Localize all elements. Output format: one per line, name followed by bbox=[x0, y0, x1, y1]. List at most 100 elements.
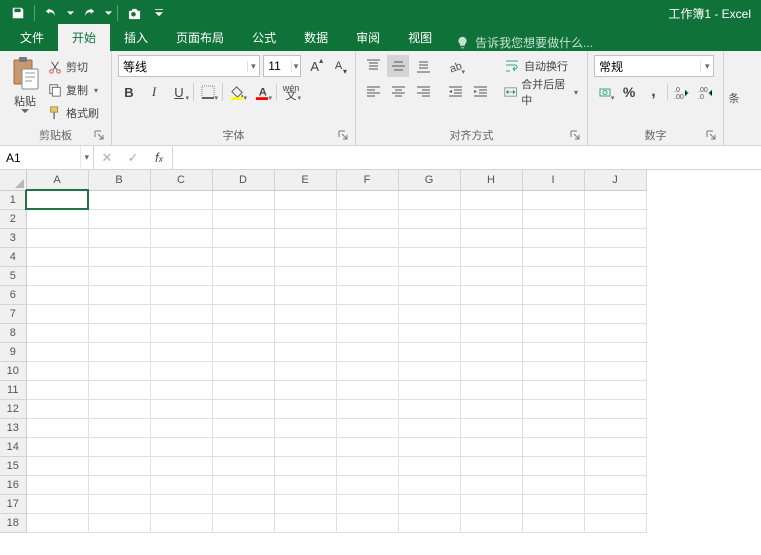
cell-G6[interactable] bbox=[398, 285, 460, 304]
qat-customize-icon[interactable] bbox=[154, 9, 164, 17]
cell-C11[interactable] bbox=[150, 380, 212, 399]
cell-G7[interactable] bbox=[398, 304, 460, 323]
enter-formula-button[interactable]: ✓ bbox=[120, 150, 146, 166]
cell-C1[interactable] bbox=[150, 190, 212, 209]
cell-G18[interactable] bbox=[398, 513, 460, 532]
cell-F7[interactable] bbox=[336, 304, 398, 323]
align-left-button[interactable] bbox=[362, 81, 384, 103]
cell-F17[interactable] bbox=[336, 494, 398, 513]
cell-C7[interactable] bbox=[150, 304, 212, 323]
cell-J11[interactable] bbox=[584, 380, 646, 399]
cell-H4[interactable] bbox=[460, 247, 522, 266]
bold-button[interactable]: B bbox=[118, 81, 140, 103]
cell-I14[interactable] bbox=[522, 437, 584, 456]
chevron-down-icon[interactable]: ▾ bbox=[291, 61, 301, 72]
cell-H16[interactable] bbox=[460, 475, 522, 494]
tab-formulas[interactable]: 公式 bbox=[238, 24, 290, 51]
undo-dropdown-icon[interactable] bbox=[65, 10, 75, 17]
formula-input[interactable] bbox=[173, 146, 761, 169]
cell-J10[interactable] bbox=[584, 361, 646, 380]
cell-B15[interactable] bbox=[88, 456, 150, 475]
row-header[interactable]: 16 bbox=[0, 475, 26, 494]
cell-D9[interactable] bbox=[212, 342, 274, 361]
column-header[interactable]: A bbox=[26, 170, 88, 190]
cell-F2[interactable] bbox=[336, 209, 398, 228]
cell-B1[interactable] bbox=[88, 190, 150, 209]
copy-button[interactable]: 复制 ▾ bbox=[48, 80, 99, 100]
row-header[interactable]: 10 bbox=[0, 361, 26, 380]
cell-J13[interactable] bbox=[584, 418, 646, 437]
paste-dropdown-icon[interactable] bbox=[6, 109, 44, 119]
cell-C4[interactable] bbox=[150, 247, 212, 266]
cell-E13[interactable] bbox=[274, 418, 336, 437]
merge-center-button[interactable]: 合并后居中 ▾ bbox=[501, 81, 581, 103]
cell-B7[interactable] bbox=[88, 304, 150, 323]
redo-icon[interactable] bbox=[77, 2, 101, 24]
cell-C15[interactable] bbox=[150, 456, 212, 475]
cell-B3[interactable] bbox=[88, 228, 150, 247]
cell-H11[interactable] bbox=[460, 380, 522, 399]
cell-E1[interactable] bbox=[274, 190, 336, 209]
cell-H7[interactable] bbox=[460, 304, 522, 323]
cell-F18[interactable] bbox=[336, 513, 398, 532]
column-header[interactable]: J bbox=[584, 170, 646, 190]
cell-F14[interactable] bbox=[336, 437, 398, 456]
chevron-down-icon[interactable]: ▾ bbox=[571, 88, 578, 97]
cell-C6[interactable] bbox=[150, 285, 212, 304]
cell-J9[interactable] bbox=[584, 342, 646, 361]
cell-I2[interactable] bbox=[522, 209, 584, 228]
cell-D12[interactable] bbox=[212, 399, 274, 418]
accounting-format-button[interactable] bbox=[594, 81, 615, 103]
phonetic-guide-button[interactable]: wén文 bbox=[280, 81, 302, 103]
number-format-input[interactable] bbox=[595, 59, 700, 73]
row-header[interactable]: 8 bbox=[0, 323, 26, 342]
cell-H3[interactable] bbox=[460, 228, 522, 247]
cell-I4[interactable] bbox=[522, 247, 584, 266]
cell-B16[interactable] bbox=[88, 475, 150, 494]
row-header[interactable]: 17 bbox=[0, 494, 26, 513]
cell-D3[interactable] bbox=[212, 228, 274, 247]
cell-G5[interactable] bbox=[398, 266, 460, 285]
font-name-input[interactable] bbox=[119, 59, 247, 73]
row-header[interactable]: 11 bbox=[0, 380, 26, 399]
cell-I7[interactable] bbox=[522, 304, 584, 323]
cell-I12[interactable] bbox=[522, 399, 584, 418]
cell-G3[interactable] bbox=[398, 228, 460, 247]
align-center-button[interactable] bbox=[387, 81, 409, 103]
cell-F4[interactable] bbox=[336, 247, 398, 266]
cell-A8[interactable] bbox=[26, 323, 88, 342]
decrease-font-size-button[interactable]: A▾ bbox=[328, 55, 349, 77]
row-header[interactable]: 1 bbox=[0, 190, 26, 209]
row-header[interactable]: 7 bbox=[0, 304, 26, 323]
cell-B6[interactable] bbox=[88, 285, 150, 304]
tab-review[interactable]: 审阅 bbox=[342, 24, 394, 51]
font-size-combo[interactable]: ▾ bbox=[263, 55, 301, 77]
cell-H15[interactable] bbox=[460, 456, 522, 475]
cell-C12[interactable] bbox=[150, 399, 212, 418]
cell-D11[interactable] bbox=[212, 380, 274, 399]
row-header[interactable]: 9 bbox=[0, 342, 26, 361]
cell-D7[interactable] bbox=[212, 304, 274, 323]
cell-E11[interactable] bbox=[274, 380, 336, 399]
cell-I9[interactable] bbox=[522, 342, 584, 361]
cell-I5[interactable] bbox=[522, 266, 584, 285]
font-name-combo[interactable]: ▾ bbox=[118, 55, 260, 77]
chevron-down-icon[interactable]: ▾ bbox=[80, 146, 94, 169]
cell-J16[interactable] bbox=[584, 475, 646, 494]
paste-button[interactable]: 粘贴 bbox=[6, 55, 44, 125]
cell-D17[interactable] bbox=[212, 494, 274, 513]
row-header[interactable]: 4 bbox=[0, 247, 26, 266]
cell-B8[interactable] bbox=[88, 323, 150, 342]
cell-C8[interactable] bbox=[150, 323, 212, 342]
fill-color-button[interactable] bbox=[226, 81, 248, 103]
camera-icon[interactable] bbox=[122, 2, 146, 24]
cell-A7[interactable] bbox=[26, 304, 88, 323]
cell-J14[interactable] bbox=[584, 437, 646, 456]
borders-button[interactable] bbox=[197, 81, 219, 103]
cell-D4[interactable] bbox=[212, 247, 274, 266]
column-header[interactable]: C bbox=[150, 170, 212, 190]
cell-E12[interactable] bbox=[274, 399, 336, 418]
cell-F15[interactable] bbox=[336, 456, 398, 475]
cell-F9[interactable] bbox=[336, 342, 398, 361]
cell-B18[interactable] bbox=[88, 513, 150, 532]
